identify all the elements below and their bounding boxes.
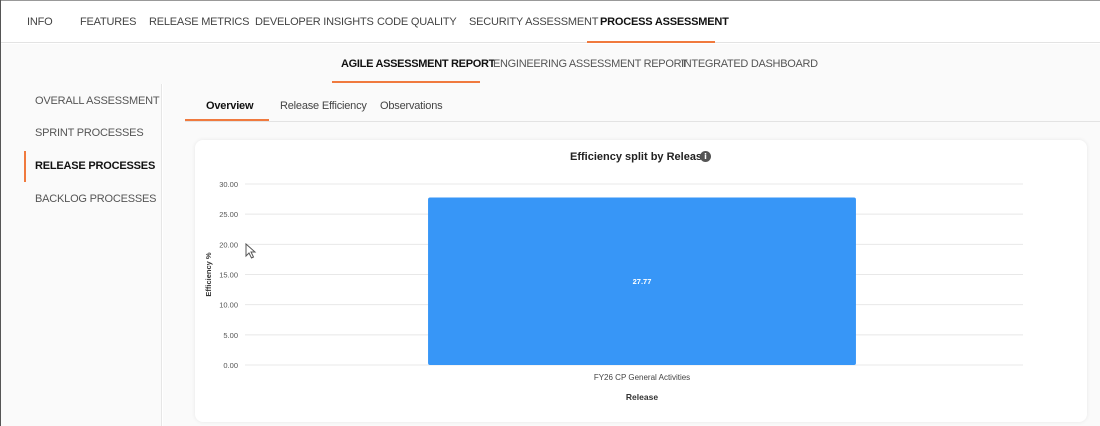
mouse-pointer-icon [245, 243, 257, 259]
sidebar: OVERALL ASSESSMENT SPRINT PROCESSES RELE… [1, 84, 162, 426]
y-axis-label: Efficiency % [204, 252, 213, 297]
tab-integrated-dashboard[interactable]: INTEGRATED DASHBOARD [681, 58, 818, 70]
bar-data-label: 27.77 [633, 277, 652, 286]
y-tick-label: 25.00 [219, 210, 238, 219]
tab-security-assessment[interactable]: SECURITY ASSESSMENT [469, 1, 598, 43]
sidebar-item-backlog-processes[interactable]: BACKLOG PROCESSES [35, 193, 157, 205]
tab-release-metrics[interactable]: RELEASE METRICS [149, 1, 250, 43]
x-axis-label: Release [626, 392, 658, 402]
active-sidebar-indicator [24, 151, 26, 182]
sidebar-item-sprint-processes[interactable]: SPRINT PROCESSES [35, 127, 144, 139]
top-nav: INFO FEATURES RELEASE METRICS DEVELOPER … [1, 1, 1100, 43]
y-tick-label: 30.00 [219, 180, 238, 189]
tab-process-assessment[interactable]: PROCESS ASSESSMENT [600, 1, 729, 43]
y-tick-label: 20.00 [219, 240, 238, 249]
tab-features[interactable]: FEATURES [80, 1, 136, 43]
x-tick-label: FY26 CP General Activities [594, 373, 690, 382]
tab-overview[interactable]: Overview [206, 100, 254, 112]
tab-release-efficiency[interactable]: Release Efficiency [280, 100, 367, 112]
bar-chart: 0.00 5.00 10.00 15.00 20.00 25.00 30.00 Efficie… [204, 180, 1023, 402]
tab-code-quality[interactable]: CODE QUALITY [377, 1, 457, 43]
tab-engineering-assessment-report[interactable]: ENGINEERING ASSESSMENT REPORT [493, 58, 688, 70]
tab-observations[interactable]: Observations [380, 100, 443, 112]
info-icon[interactable]: i [700, 151, 711, 162]
y-tick-label: 0.00 [223, 361, 238, 370]
y-tick-label: 15.00 [219, 271, 238, 280]
tab-info[interactable]: INFO [27, 1, 53, 43]
active-inner-tab-indicator [185, 119, 269, 121]
tab-agile-assessment-report[interactable]: AGILE ASSESSMENT REPORT [341, 58, 495, 70]
tab-developer-insights[interactable]: DEVELOPER INSIGHTS [255, 1, 374, 43]
chart-title: Efficiency split by Release [570, 151, 709, 163]
active-tab-indicator [587, 41, 715, 43]
y-tick-label: 10.00 [219, 301, 238, 310]
y-tick-label: 5.00 [223, 331, 238, 340]
sidebar-item-release-processes[interactable]: RELEASE PROCESSES [35, 160, 155, 172]
sidebar-item-overall-assessment[interactable]: OVERALL ASSESSMENT [35, 95, 160, 107]
active-report-tab-indicator [332, 81, 480, 83]
overview-tabs: Overview Release Efficiency Observations [185, 84, 1100, 122]
